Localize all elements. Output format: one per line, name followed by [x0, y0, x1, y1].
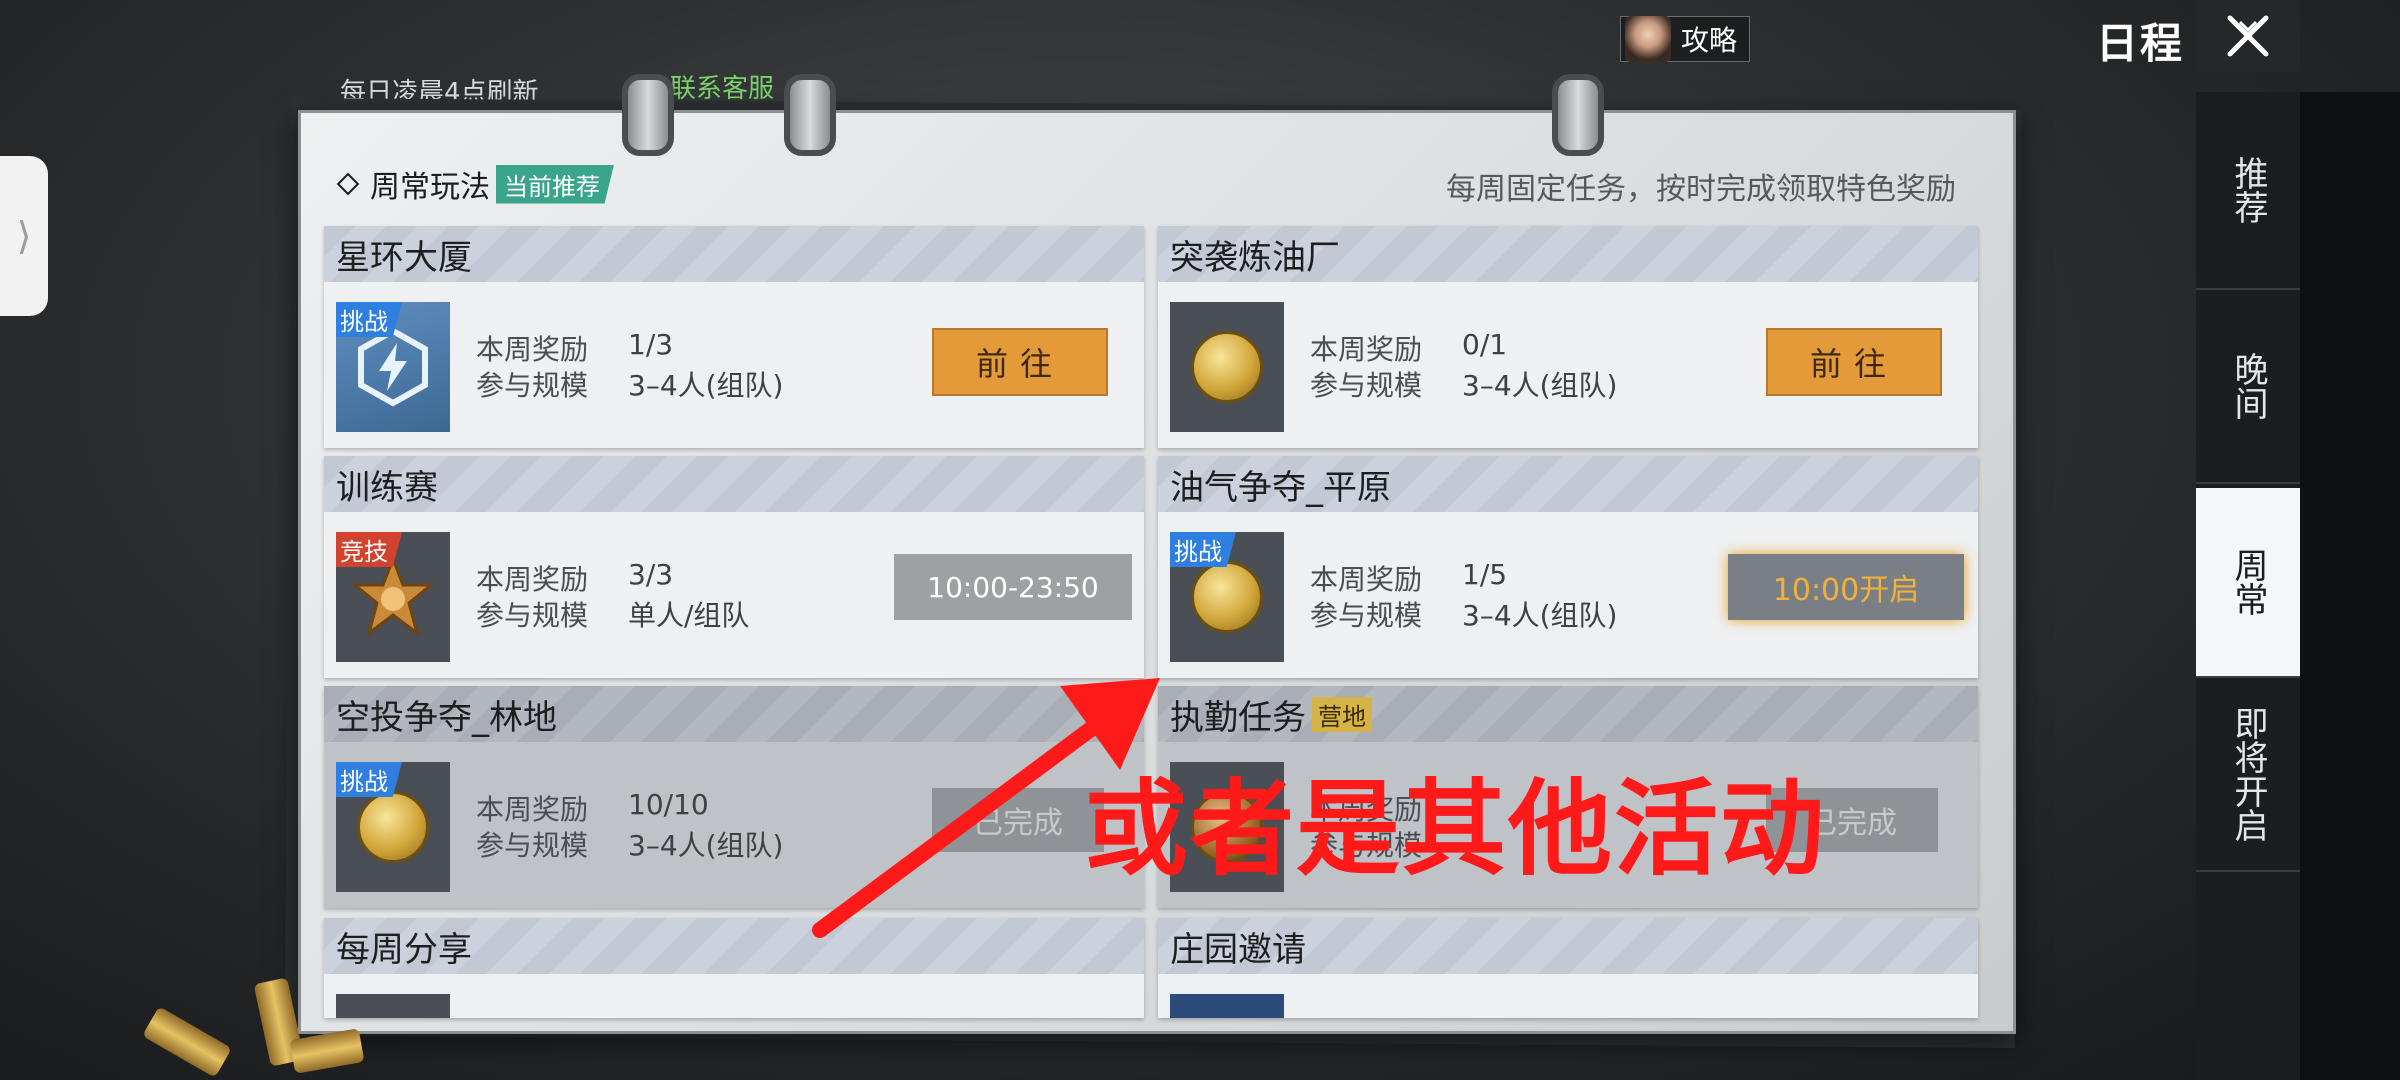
section-title: 周常玩法: [370, 170, 490, 205]
scale-label: 参与规模: [1310, 369, 1423, 402]
coin-icon: [1191, 561, 1263, 633]
binder-ring: [622, 74, 674, 156]
activity-card: 庄园邀请: [1158, 918, 1978, 1018]
scale-value: 3–4人(组队): [1462, 369, 1618, 402]
card-title: 突袭炼油厂: [1158, 226, 1978, 282]
activity-icon: [1170, 994, 1284, 1018]
section-header: 周常玩法 当前推荐: [336, 162, 614, 206]
coin-icon: [1191, 331, 1263, 403]
tab-recommended[interactable]: 推荐: [2196, 92, 2300, 290]
tab-label: 即将开启: [2228, 706, 2268, 842]
recommend-tag: 当前推荐: [496, 164, 614, 204]
tab-label: 推荐: [2228, 156, 2268, 224]
challenge-badge: 挑战: [336, 302, 402, 337]
coin-icon: [357, 791, 429, 863]
activity-card: 突袭炼油厂 本周奖励 0/1 参与规模 3–4人(组队) 前往: [1158, 226, 1978, 448]
guide-button[interactable]: 攻略: [1620, 16, 1751, 62]
reward-label: 本周奖励: [476, 793, 589, 826]
reward-label: 本周奖励: [476, 563, 589, 596]
card-title: 训练赛: [324, 456, 1144, 512]
right-nav: 推荐 晚间 周常 即将开启: [2196, 92, 2300, 1080]
activity-icon: [336, 994, 450, 1018]
section-description: 每周固定任务，按时完成领取特色奖励: [1446, 172, 1956, 207]
scale-value: 3–4人(组队): [628, 369, 784, 402]
card-title: 庄园邀请: [1158, 918, 1978, 974]
guide-label: 攻略: [1681, 24, 1738, 57]
close-icon: [2227, 15, 2269, 57]
tab-upcoming[interactable]: 即将开启: [2196, 678, 2300, 872]
card-title: 油气争夺_平原: [1158, 456, 1978, 512]
scale-value: 3–4人(组队): [628, 829, 784, 862]
opens-at-button[interactable]: 10:00开启: [1728, 554, 1964, 620]
lightning-shield-icon: [358, 327, 428, 407]
tab-weekly[interactable]: 周常: [2196, 488, 2300, 678]
activity-card: 星环大厦 挑战 本周奖励 1/3 参与规模 3–4人(组队) 前往: [324, 226, 1144, 448]
scale-label: 参与规模: [476, 599, 589, 632]
side-panel-handle[interactable]: ⟩: [0, 156, 48, 316]
activity-icon: [1170, 302, 1284, 432]
card-header: 执勤任务 营地: [1158, 686, 1978, 742]
challenge-badge: 挑战: [1170, 532, 1236, 567]
activity-card: 油气争夺_平原 挑战 本周奖励 1/5 参与规模 3–4人(组队) 10:00开…: [1158, 456, 1978, 678]
binder-ring: [784, 74, 836, 156]
card-title: 执勤任务: [1170, 697, 1306, 738]
competitive-badge: 竞技: [336, 532, 402, 567]
reward-value: 0/1: [1462, 328, 1508, 361]
star-medal-icon: [351, 555, 435, 637]
scale-label: 参与规模: [476, 369, 589, 402]
challenge-badge: 挑战: [336, 762, 402, 797]
go-button[interactable]: 前往: [1766, 328, 1942, 396]
activity-icon: 挑战: [1170, 532, 1284, 662]
time-window-label: 10:00-23:50: [894, 554, 1132, 620]
diamond-icon: [336, 172, 360, 196]
card-title: 星环大厦: [324, 226, 1144, 282]
activity-icon: 竞技: [336, 532, 450, 662]
chevron-right-icon: ⟩: [16, 214, 32, 258]
contact-support-link[interactable]: 联系客服: [670, 68, 774, 105]
reward-label: 本周奖励: [1310, 333, 1423, 366]
activity-icon: 挑战: [336, 302, 450, 432]
activity-icon: 挑战: [336, 762, 450, 892]
reward-label: 本周奖励: [476, 333, 589, 366]
tab-evening[interactable]: 晚间: [2196, 290, 2300, 484]
reward-value: 1/5: [1462, 558, 1508, 591]
scale-label: 参与规模: [476, 829, 589, 862]
right-edge-background: [2300, 92, 2400, 1080]
scale-label: 参与规模: [1310, 599, 1423, 632]
activity-card: 训练赛 竞技 本周奖励 3/3 参与规模 单人/组队 10:00-23:50: [324, 456, 1144, 678]
go-button[interactable]: 前往: [932, 328, 1108, 396]
guide-avatar: [1625, 16, 1671, 62]
bullet-casing: [142, 1006, 232, 1078]
annotation-text: 或者是其他活动: [1084, 768, 1827, 890]
tab-label: 晚间: [2228, 352, 2268, 420]
reward-value: 3/3: [628, 558, 674, 591]
reward-value: 1/3: [628, 328, 674, 361]
binder-ring: [1552, 74, 1604, 156]
tab-label: 周常: [2228, 548, 2268, 616]
camp-tag: 营地: [1312, 696, 1372, 732]
scale-value: 3–4人(组队): [1462, 599, 1618, 632]
reward-value: 10/10: [628, 788, 709, 821]
scale-value: 单人/组队: [628, 599, 750, 632]
reward-label: 本周奖励: [1310, 563, 1423, 596]
close-button[interactable]: [2196, 0, 2300, 72]
page-title: 日程: [2096, 19, 2185, 68]
